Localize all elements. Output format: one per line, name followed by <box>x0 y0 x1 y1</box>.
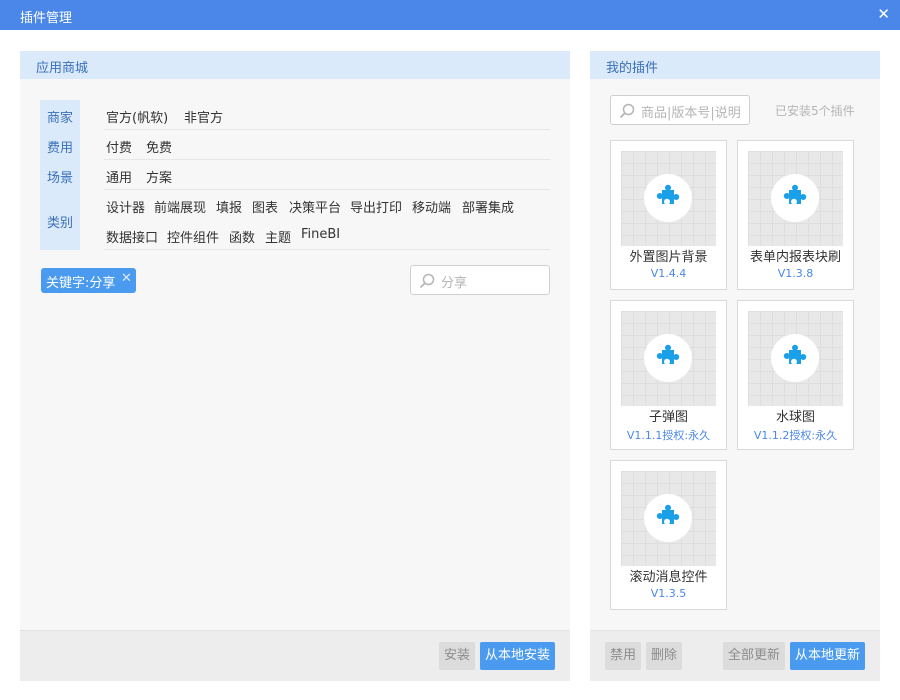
plugin-card[interactable]: 外置图片背景 V1.4.4 <box>610 140 727 290</box>
filter-row-category: 设计器 前端展现 填报 图表 决策平台 导出打印 移动端 部署集成 数据接口 控… <box>104 190 550 250</box>
plugin-version: V1.1.1授权:永久 <box>626 429 711 442</box>
plugin-version: V1.4.4 <box>650 267 687 280</box>
filter-option[interactable]: 数据接口 <box>106 227 158 246</box>
plugin-thumbnail <box>748 151 843 246</box>
store-title: 应用商城 <box>36 61 89 76</box>
plugin-name: 子弹图 <box>648 410 688 425</box>
puzzle-icon <box>656 344 680 364</box>
filter-option[interactable]: 方案 <box>146 167 172 186</box>
filter-option[interactable]: 主题 <box>265 227 291 246</box>
my-plugins-title: 我的插件 <box>606 61 659 76</box>
plugin-thumbnail <box>748 311 843 406</box>
filter-option[interactable]: 控件组件 <box>167 227 219 246</box>
puzzle-icon <box>783 184 807 204</box>
search-icon <box>419 273 435 289</box>
my-plugins-footer: 禁用 删除 全部更新 从本地更新 <box>590 630 880 681</box>
filter-option[interactable]: 设计器 <box>106 197 145 216</box>
store-header: 应用商城 <box>20 51 570 79</box>
filter-option[interactable]: 填报 <box>216 197 242 216</box>
filter-label-vendor: 商家 <box>46 111 73 126</box>
plugin-search-input[interactable]: 商品|版本号|说明 <box>610 95 750 125</box>
filter-option[interactable]: 决策平台 <box>289 197 341 216</box>
store-search-value: 分享 <box>441 276 468 291</box>
plugin-version: V1.3.8 <box>777 267 814 280</box>
plugin-name: 表单内报表块刷 <box>749 250 841 265</box>
puzzle-icon <box>656 184 680 204</box>
plugin-thumbnail <box>621 471 716 566</box>
filter-label-cost: 费用 <box>46 141 73 156</box>
puzzle-icon <box>656 504 680 524</box>
filter-option[interactable]: FineBI <box>301 227 340 242</box>
filter-option[interactable]: 付费 <box>106 137 132 156</box>
puzzle-icon <box>783 344 807 364</box>
filter-labels: 商家 费用 场景 类别 <box>40 100 80 250</box>
delete-button[interactable]: 删除 <box>646 642 683 670</box>
update-local-button[interactable]: 从本地更新 <box>790 642 866 670</box>
my-plugins-panel: 我的插件 商品|版本号|说明 已安装5个插件 外置图片背景 V1.4.4 表单内… <box>590 51 880 681</box>
search-icon <box>619 103 635 119</box>
filter-label-scene: 场景 <box>46 171 73 186</box>
store-panel: 应用商城 商家 费用 场景 类别 官方(帆软) 非官方 付费 免费 通用 方案 … <box>20 51 570 681</box>
filter-option[interactable]: 函数 <box>229 227 255 246</box>
filter-row-cost: 付费 免费 <box>104 130 550 160</box>
filter-option[interactable]: 图表 <box>252 197 278 216</box>
plugin-name: 水球图 <box>775 410 815 425</box>
plugin-search-placeholder: 商品|版本号|说明 <box>641 106 741 121</box>
my-plugins-header: 我的插件 <box>590 51 880 79</box>
keyword-tag: 关键字:分享 ✕ <box>41 268 136 293</box>
plugin-name: 滚动消息控件 <box>629 570 708 585</box>
plugin-card[interactable]: 水球图 V1.1.2授权:永久 <box>737 300 854 450</box>
filter-option[interactable]: 官方(帆软) <box>106 107 168 126</box>
filter-option[interactable]: 导出打印 <box>350 197 402 216</box>
remove-tag-icon[interactable]: ✕ <box>121 271 132 286</box>
install-local-button[interactable]: 从本地安装 <box>480 642 556 670</box>
store-search-input[interactable]: 分享 <box>410 265 550 295</box>
disable-button[interactable]: 禁用 <box>605 642 642 670</box>
plugin-card[interactable]: 子弹图 V1.1.1授权:永久 <box>610 300 727 450</box>
plugin-thumbnail <box>621 151 716 246</box>
filter-label-category: 类别 <box>46 216 73 231</box>
filter-row-vendor: 官方(帆软) 非官方 <box>104 100 550 130</box>
install-button[interactable]: 安装 <box>439 642 476 670</box>
keyword-tag-label: 关键字:分享 <box>46 276 116 291</box>
installed-count: 已安装5个插件 <box>775 104 855 118</box>
store-footer: 安装 从本地安装 <box>20 630 570 681</box>
window-title: 插件管理 <box>20 11 73 26</box>
plugin-version: V1.1.2授权:永久 <box>753 429 838 442</box>
plugin-card[interactable]: 表单内报表块刷 V1.3.8 <box>737 140 854 290</box>
close-icon[interactable]: ✕ <box>877 5 890 23</box>
filter-option[interactable]: 免费 <box>146 137 172 156</box>
plugin-card[interactable]: 滚动消息控件 V1.3.5 <box>610 460 727 610</box>
filter-option[interactable]: 移动端 <box>412 197 451 216</box>
filter-row-scene: 通用 方案 <box>104 160 550 190</box>
plugin-name: 外置图片背景 <box>629 250 708 265</box>
filter-option[interactable]: 非官方 <box>184 107 223 126</box>
filter-option[interactable]: 通用 <box>106 167 132 186</box>
filter-option[interactable]: 前端展现 <box>154 197 206 216</box>
plugin-thumbnail <box>621 311 716 406</box>
plugin-version: V1.3.5 <box>650 587 687 600</box>
update-all-button[interactable]: 全部更新 <box>723 642 786 670</box>
title-bar: 插件管理 ✕ <box>0 0 900 30</box>
filter-option[interactable]: 部署集成 <box>462 197 514 216</box>
